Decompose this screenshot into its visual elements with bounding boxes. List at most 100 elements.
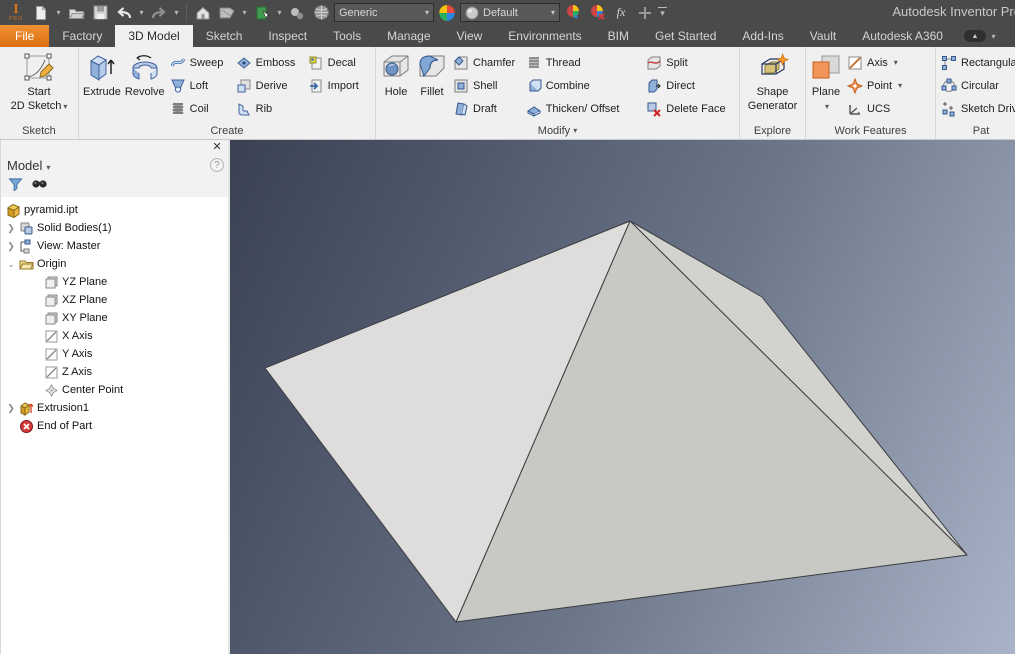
undo-icon[interactable] (113, 2, 135, 24)
home-icon[interactable] (192, 2, 214, 24)
save-icon[interactable] (89, 2, 111, 24)
tab-environments[interactable]: Environments (495, 25, 594, 47)
thread-button[interactable]: Thread (523, 51, 644, 74)
tree-item-view-master[interactable]: ❯ View: Master (1, 237, 228, 255)
help-icon[interactable]: ? (210, 158, 224, 172)
group-label-work-features[interactable]: Work Features (806, 122, 935, 139)
color-wheel-icon[interactable] (436, 2, 458, 24)
tree-item-end-of-part[interactable]: End of Part (1, 417, 228, 435)
screenshot-icon[interactable] (216, 2, 238, 24)
tab-inspect[interactable]: Inspect (255, 25, 320, 47)
plane-button[interactable]: Plane ▾ (808, 50, 844, 116)
split-button[interactable]: Split (643, 51, 737, 74)
group-label-explore[interactable]: Explore (740, 122, 805, 139)
sketch-driven-pattern-button[interactable]: Sketch Driv (938, 97, 1015, 120)
tree-item-origin[interactable]: ⌄ Origin (1, 255, 228, 273)
draft-button[interactable]: Draft (450, 97, 523, 120)
tree-item-xz-plane[interactable]: XZ Plane (1, 291, 228, 309)
tree-item-center-point[interactable]: Center Point (1, 381, 228, 399)
undo-dropdown[interactable]: ▾ (137, 8, 146, 17)
shell-button[interactable]: Shell (450, 74, 523, 97)
draft-icon (455, 101, 468, 116)
ribbon-display-toggle[interactable]: ▲ ▾ (956, 25, 1006, 47)
thicken-offset-button[interactable]: Thicken/ Offset (523, 97, 644, 120)
clear-appearance-icon[interactable] (586, 2, 608, 24)
web-globe-icon[interactable] (310, 2, 332, 24)
tree-item-yz-plane[interactable]: YZ Plane (1, 273, 228, 291)
toolbar-overflow-icon[interactable]: ▾ (658, 6, 667, 19)
group-label-pattern[interactable]: Pat (936, 122, 1015, 139)
point-button[interactable]: Point ▾ (844, 74, 918, 97)
plus-icon[interactable] (634, 2, 656, 24)
expand-icon[interactable]: ❯ (6, 403, 16, 414)
tab-manage[interactable]: Manage (374, 25, 443, 47)
rectangular-pattern-button[interactable]: Rectangula (938, 51, 1015, 74)
tab-tools[interactable]: Tools (320, 25, 374, 47)
combine-button[interactable]: Combine (523, 74, 644, 97)
screenshot-dropdown[interactable]: ▾ (240, 8, 249, 17)
new-file-icon[interactable] (30, 2, 52, 24)
tab-bim[interactable]: BIM (595, 25, 642, 47)
tab-view[interactable]: View (444, 25, 496, 47)
open-icon[interactable] (65, 2, 87, 24)
rib-button[interactable]: Rib (233, 97, 305, 120)
start-2d-sketch-button[interactable]: Start 2D Sketch ▾ (9, 50, 70, 116)
tab-3d-model[interactable]: 3D Model (115, 25, 193, 47)
sweep-button[interactable]: Sweep (167, 51, 233, 74)
coil-button[interactable]: Coil (167, 97, 233, 120)
tree-item-solid-bodies[interactable]: ❯ Solid Bodies(1) (1, 219, 228, 237)
group-label-sketch[interactable]: Sketch (0, 122, 78, 139)
fx-parameters-icon[interactable]: fx (610, 2, 632, 24)
derive-button[interactable]: Derive (233, 74, 305, 97)
tree-item-z-axis[interactable]: Z Axis (1, 363, 228, 381)
ucs-button[interactable]: UCS (844, 97, 918, 120)
tutorials-dropdown[interactable]: ▾ (275, 8, 284, 17)
decal-button[interactable]: Decal (305, 51, 369, 74)
tutorials-icon[interactable] (251, 2, 273, 24)
viewport[interactable] (230, 140, 1015, 654)
tab-vault[interactable]: Vault (797, 25, 849, 47)
redo-icon[interactable] (148, 2, 170, 24)
browser-title-dropdown[interactable]: Model ▾ (7, 158, 50, 173)
import-button[interactable]: Import (305, 74, 369, 97)
group-label-modify[interactable]: Modify ▾ (376, 122, 739, 139)
tab-factory[interactable]: Factory (49, 25, 115, 47)
delete-face-button[interactable]: Delete Face (643, 97, 737, 120)
tab-autodesk-a360[interactable]: Autodesk A360 (849, 25, 956, 47)
circular-pattern-button[interactable]: Circular (938, 74, 1015, 97)
new-file-dropdown[interactable]: ▾ (54, 8, 63, 17)
axis-button[interactable]: Axis ▾ (844, 51, 918, 74)
close-icon[interactable]: ✕ (210, 142, 224, 155)
tree-item-x-axis[interactable]: X Axis (1, 327, 228, 345)
direct-button[interactable]: Direct (643, 74, 737, 97)
tab-file[interactable]: File (0, 25, 50, 47)
material-browser-icon[interactable] (286, 2, 308, 24)
redo-dropdown[interactable]: ▾ (172, 8, 181, 17)
tree-item-extrusion1[interactable]: ❯ Extrusion1 (1, 399, 228, 417)
hole-button[interactable]: Hole (378, 50, 414, 102)
tree-item-y-axis[interactable]: Y Axis (1, 345, 228, 363)
shape-generator-button[interactable]: Shape Generator (746, 50, 800, 116)
tab-add-ins[interactable]: Add-Ins (729, 25, 796, 47)
tree-item-part[interactable]: pyramid.ipt (1, 201, 228, 219)
chamfer-button[interactable]: Chamfer (450, 51, 523, 74)
expand-icon[interactable]: ❯ (6, 223, 16, 234)
collapse-icon[interactable]: ⌄ (6, 259, 16, 270)
tab-get-started[interactable]: Get Started (642, 25, 729, 47)
pyramid-model[interactable] (230, 140, 1015, 654)
emboss-button[interactable]: Emboss (233, 51, 305, 74)
tree-item-xy-plane[interactable]: XY Plane (1, 309, 228, 327)
tab-sketch[interactable]: Sketch (193, 25, 256, 47)
material-select[interactable]: Generic ▾ (334, 3, 434, 22)
search-icon[interactable] (31, 177, 48, 193)
fillet-button[interactable]: Fillet (414, 50, 450, 102)
extrude-button[interactable]: Extrude (81, 50, 123, 102)
expand-icon[interactable]: ❯ (6, 241, 16, 252)
hole-icon (383, 55, 409, 77)
revolve-button[interactable]: Revolve (123, 50, 167, 102)
adjust-appearance-icon[interactable] (562, 2, 584, 24)
filter-icon[interactable] (8, 177, 23, 194)
appearance-select[interactable]: Default ▾ (460, 3, 560, 22)
loft-button[interactable]: Loft (167, 74, 233, 97)
group-label-create[interactable]: Create (79, 122, 375, 139)
